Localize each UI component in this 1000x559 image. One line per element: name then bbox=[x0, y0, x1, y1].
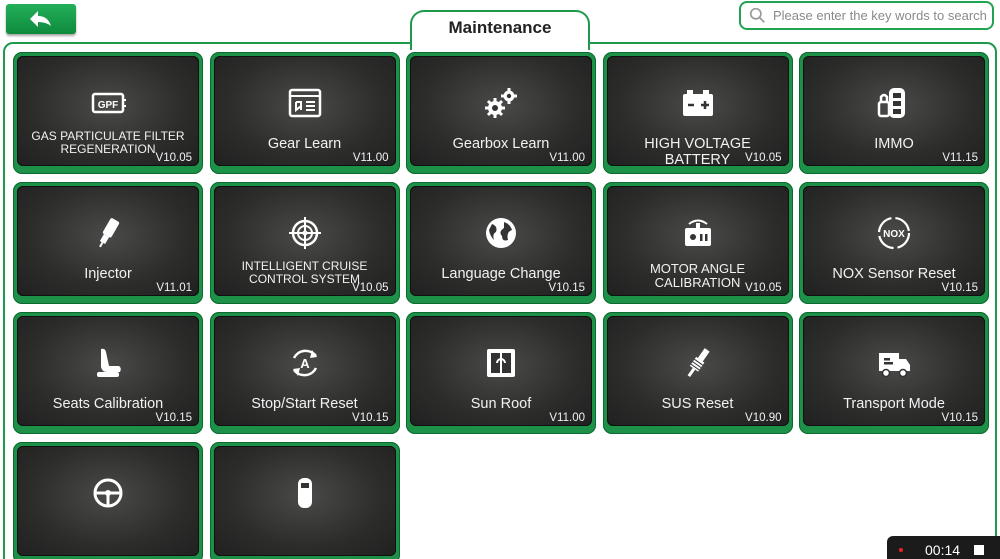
tile-version: V10.15 bbox=[548, 282, 585, 294]
battery-icon bbox=[677, 82, 719, 124]
tile-face: MOTOR ANGLE CALIBRATION V10.05 bbox=[606, 186, 789, 296]
gears-icon bbox=[480, 82, 522, 124]
tile-label: Seats Calibration bbox=[52, 396, 164, 412]
tile-face bbox=[17, 446, 199, 556]
tile-version: V10.05 bbox=[745, 152, 782, 164]
tile-label: SUS Reset bbox=[661, 396, 734, 412]
globe-icon bbox=[480, 212, 522, 254]
gpf-icon: GPF bbox=[87, 82, 129, 124]
key-fob-icon bbox=[873, 82, 915, 124]
tile-label: Injector bbox=[84, 266, 132, 282]
function-tile[interactable]: Sun Roof V11.00 bbox=[406, 312, 596, 434]
tile-face: Seats Calibration V10.15 bbox=[17, 316, 199, 426]
screen-recorder: 00:14 bbox=[887, 536, 1000, 559]
tile-face: Injector V11.01 bbox=[17, 186, 199, 296]
function-tile[interactable]: Adblue ResetV10.15 bbox=[13, 42, 203, 44]
tile-face: A Stop/Start Reset V10.15 bbox=[213, 316, 396, 426]
svg-text:NOX: NOX bbox=[883, 229, 905, 240]
tile-version: V10.15 bbox=[352, 412, 389, 424]
back-arrow-icon bbox=[30, 11, 51, 27]
tile-version: V11.00 bbox=[352, 152, 389, 164]
function-tile[interactable]: Injector V11.01 bbox=[13, 182, 203, 304]
recording-time: 00:14 bbox=[925, 542, 961, 558]
stop-start-icon: A bbox=[284, 342, 326, 384]
steering-wheel-icon bbox=[87, 472, 129, 514]
tile-version: V10.05 bbox=[155, 152, 192, 164]
tile-face: Gear Learn V11.00 bbox=[213, 56, 396, 166]
gear-learn-icon bbox=[284, 82, 326, 124]
tile-label: Sun Roof bbox=[470, 396, 532, 412]
tile-version: V10.90 bbox=[745, 412, 782, 424]
function-tile[interactable]: A Stop/Start Reset V10.15 bbox=[209, 312, 400, 434]
cruise-target-icon bbox=[284, 212, 326, 254]
tile-version: V10.05 bbox=[745, 282, 782, 294]
function-tile[interactable]: NOX NOX Sensor Reset V10.15 bbox=[799, 182, 989, 304]
function-tile[interactable] bbox=[209, 442, 400, 559]
function-tile[interactable]: Transport Mode V10.15 bbox=[799, 312, 989, 434]
function-tile[interactable]: Language Change V10.15 bbox=[406, 182, 596, 304]
function-tile[interactable]: INTELLIGENT CRUISE CONTROL SYSTEM V10.05 bbox=[209, 182, 400, 304]
tile-face: INTELLIGENT CRUISE CONTROL SYSTEM V10.05 bbox=[213, 186, 396, 296]
svg-text:A: A bbox=[300, 356, 310, 371]
tile-face: Sun Roof V11.00 bbox=[410, 316, 592, 426]
tile-face bbox=[213, 446, 396, 556]
function-tile[interactable]: ENGINE POWER BALANCE MONITORINGV10.05 bbox=[799, 42, 989, 44]
tile-label: IMMO bbox=[874, 136, 914, 152]
function-tile[interactable] bbox=[13, 442, 203, 559]
motor-icon bbox=[677, 212, 719, 254]
tile-label: Transport Mode bbox=[843, 396, 945, 412]
function-tile[interactable]: Seats Calibration V10.15 bbox=[13, 312, 203, 434]
tile-version: V10.05 bbox=[352, 282, 389, 294]
function-tile[interactable]: GPF GAS PARTICULATE FILTER REGENERATION V1… bbox=[13, 52, 203, 174]
function-tile[interactable]: HIGH VOLTAGE BATTERY V10.05 bbox=[602, 52, 793, 174]
function-tile[interactable]: SUS Reset V10.90 bbox=[602, 312, 793, 434]
car-top-icon bbox=[284, 472, 326, 514]
search-box[interactable] bbox=[739, 1, 994, 30]
tile-face: IMMO V11.15 bbox=[803, 56, 985, 166]
function-tile[interactable]: MOTOR ANGLE CALIBRATION V10.05 bbox=[602, 182, 793, 304]
injector-icon bbox=[87, 212, 129, 254]
function-tile[interactable]: IMMO V11.15 bbox=[799, 52, 989, 174]
page-title: Maintenance bbox=[410, 10, 590, 50]
stop-recording-button[interactable] bbox=[974, 545, 985, 555]
tile-version: V11.01 bbox=[156, 282, 192, 294]
tile-version: V11.00 bbox=[549, 412, 585, 424]
tile-label: Stop/Start Reset bbox=[251, 396, 358, 412]
suspension-icon bbox=[677, 342, 719, 384]
search-icon bbox=[749, 7, 765, 23]
tile-face: NOX NOX Sensor Reset V10.15 bbox=[803, 186, 985, 296]
tile-version: V11.00 bbox=[549, 152, 585, 164]
nox-icon: NOX bbox=[873, 212, 915, 254]
truck-icon bbox=[873, 342, 915, 384]
tile-face: HIGH VOLTAGE BATTERY V10.05 bbox=[606, 56, 789, 168]
search-input[interactable] bbox=[773, 8, 988, 23]
tile-face: GPF GAS PARTICULATE FILTER REGENERATION V1… bbox=[17, 56, 199, 166]
svg-text:GPF: GPF bbox=[98, 100, 119, 111]
function-tile[interactable]: Gear Learn V11.00 bbox=[209, 52, 400, 174]
tile-face: Gearbox Learn V11.00 bbox=[410, 56, 592, 166]
tile-label: NOX Sensor Reset bbox=[832, 266, 956, 282]
tile-face: Transport Mode V10.15 bbox=[803, 316, 985, 426]
tile-version: V11.15 bbox=[942, 152, 978, 164]
tile-version: V10.15 bbox=[941, 282, 978, 294]
function-tile[interactable]: Gearbox Learn V11.00 bbox=[406, 52, 596, 174]
function-grid: Adblue ResetV10.15AFS ResetV10.85Coolant… bbox=[13, 42, 989, 559]
function-tile[interactable]: AFS ResetV10.85 bbox=[210, 42, 400, 44]
function-panel: Adblue ResetV10.15AFS ResetV10.85Coolant… bbox=[3, 42, 997, 559]
function-tile[interactable]: EGR AdaptionV10.85 bbox=[603, 42, 793, 44]
tile-label: Gearbox Learn bbox=[452, 136, 550, 152]
tile-face: SUS Reset V10.90 bbox=[606, 316, 789, 426]
sunroof-icon bbox=[480, 342, 522, 384]
tile-version: V10.15 bbox=[941, 412, 978, 424]
recording-indicator bbox=[899, 548, 903, 552]
tile-label: Language Change bbox=[441, 266, 561, 282]
seat-icon bbox=[87, 342, 129, 384]
tile-version: V10.15 bbox=[155, 412, 192, 424]
back-button[interactable] bbox=[6, 4, 76, 34]
tile-face: Language Change V10.15 bbox=[410, 186, 592, 296]
tile-label: Gear Learn bbox=[267, 136, 342, 152]
